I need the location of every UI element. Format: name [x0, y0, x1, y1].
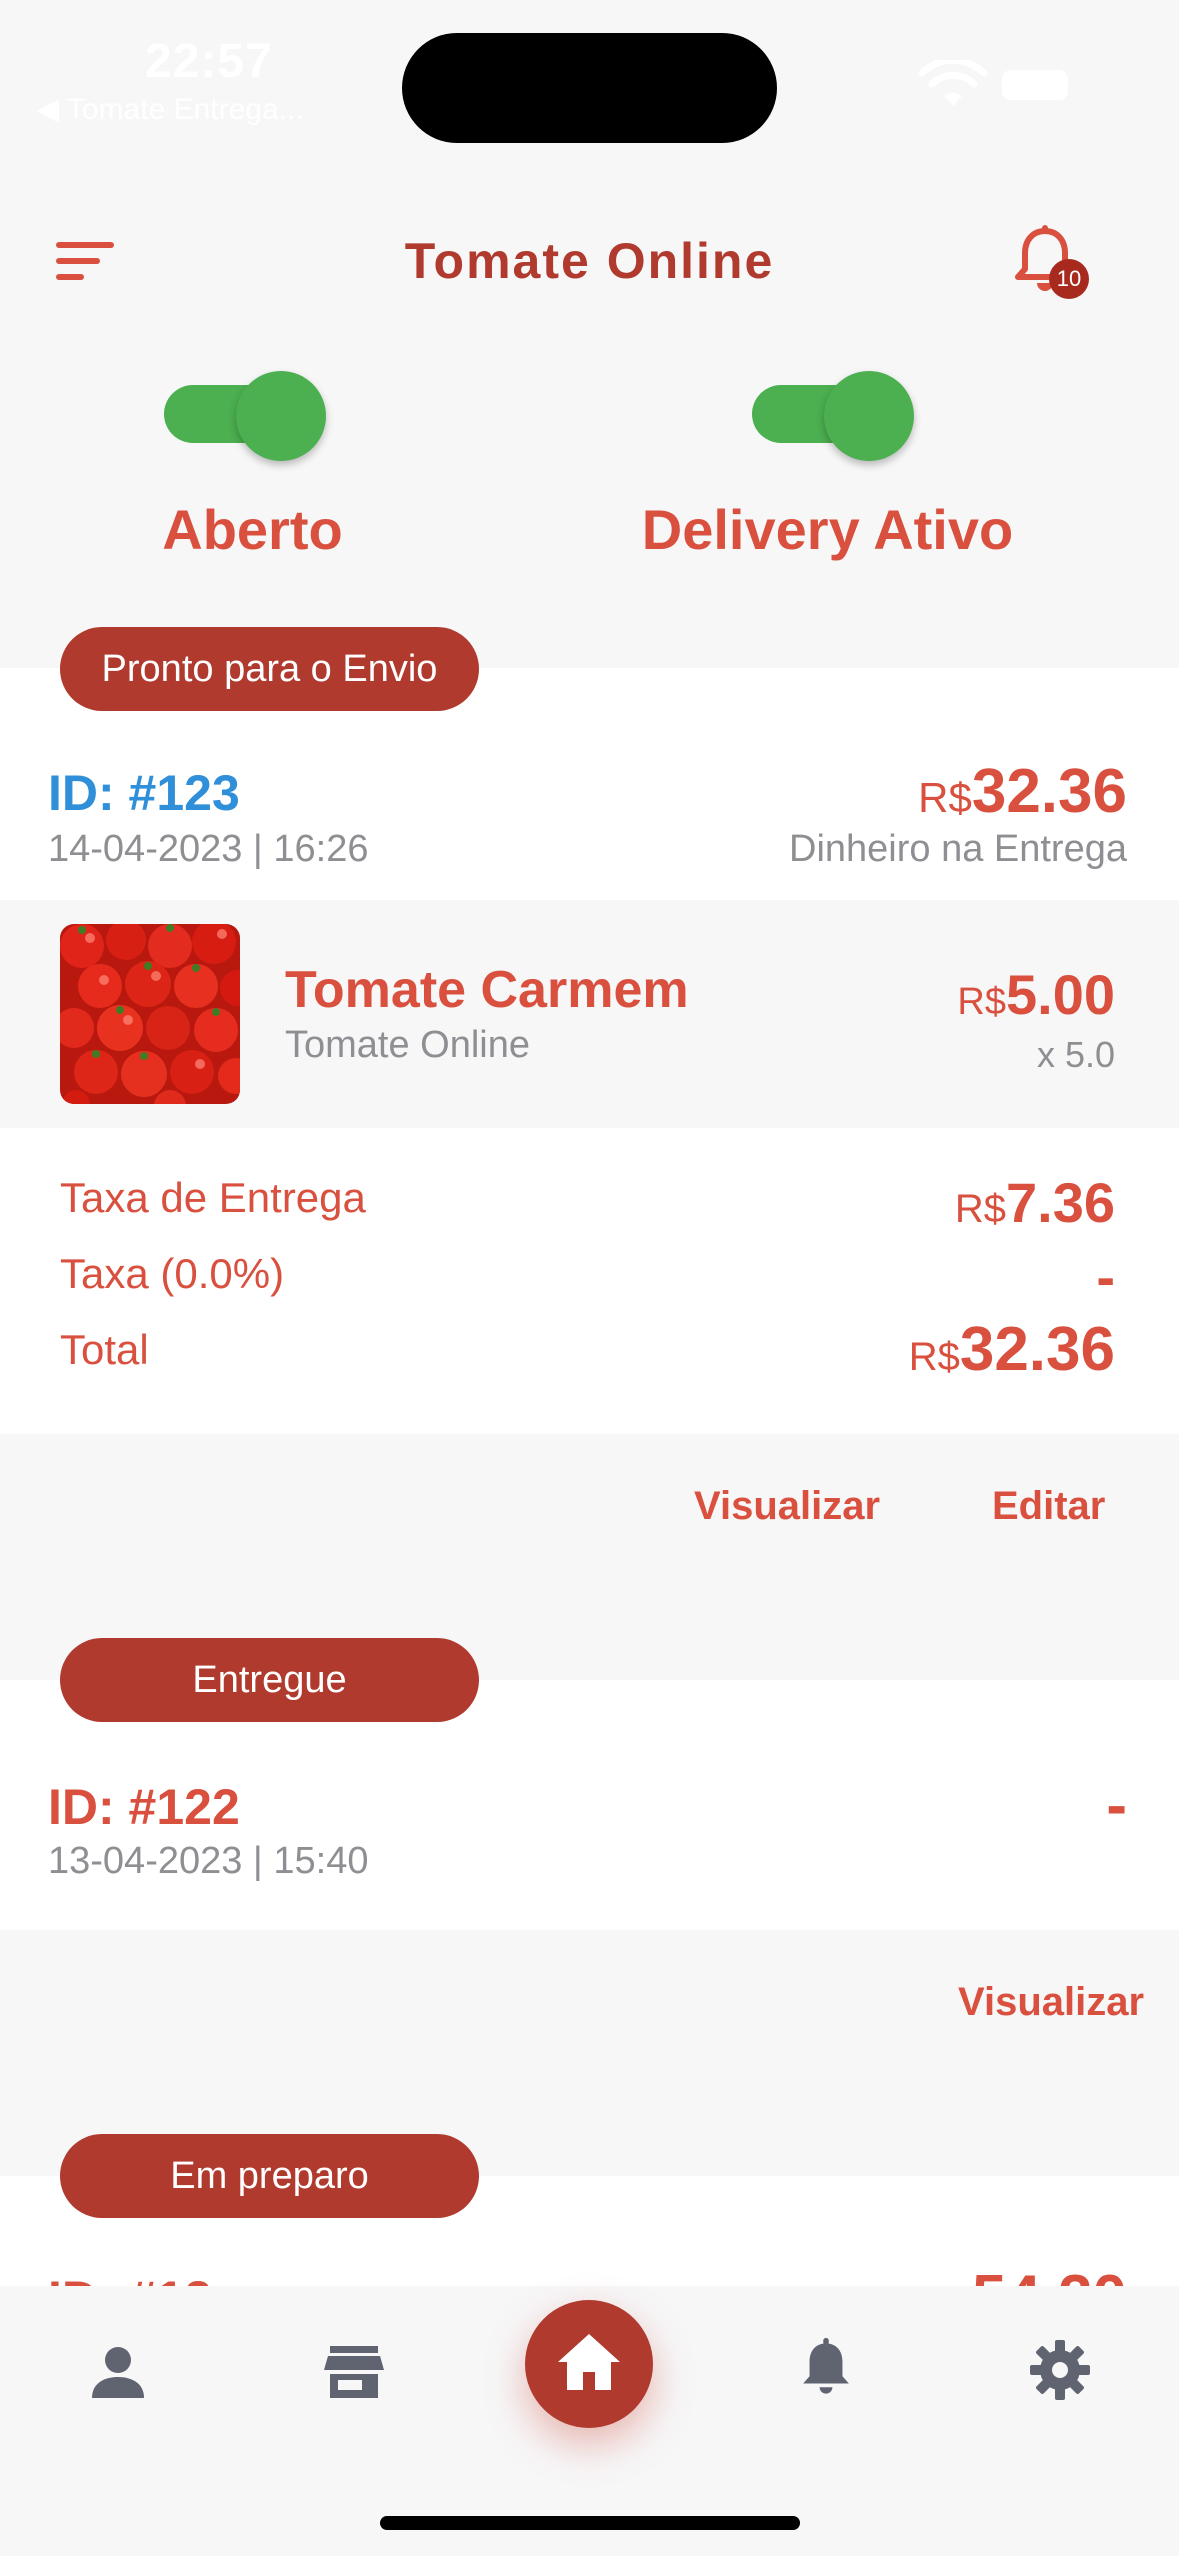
status-badge: Pronto para o Envio [60, 627, 479, 711]
home-icon [558, 2334, 620, 2390]
item-store: Tomate Online [285, 1024, 531, 1066]
home-indicator [380, 2516, 800, 2530]
app-title: Tomate Online [404, 233, 775, 289]
home-button[interactable] [525, 2300, 653, 2428]
delivery-fee: R$7.36 [955, 1170, 1115, 1235]
edit-button[interactable]: Editar [992, 1484, 1105, 1529]
notification-button[interactable]: 10 [1013, 225, 1093, 305]
tax-value: - [1096, 1245, 1115, 1308]
currency-symbol: R$ [957, 981, 1006, 1023]
status-back-link[interactable]: ◀ Tomate Entrega... [36, 92, 304, 127]
settings-icon[interactable] [1028, 2338, 1092, 2402]
summary-total-value: 32.36 [959, 1315, 1115, 1384]
currency-symbol: R$ [918, 774, 972, 821]
wifi-icon [918, 60, 988, 106]
delivery-toggle-label: Delivery Ativo [641, 498, 1014, 561]
view-button[interactable]: Visualizar [694, 1484, 880, 1529]
view-button[interactable]: Visualizar [958, 1980, 1144, 2025]
status-badge: Em preparo [60, 2134, 479, 2218]
currency-symbol: R$ [954, 1187, 1006, 1231]
delivery-fee-label: Taxa de Entrega [60, 1174, 366, 1221]
open-toggle-label: Aberto [162, 498, 343, 561]
currency-symbol: R$ [908, 1335, 960, 1379]
open-toggle[interactable] [164, 357, 326, 461]
tomato-product-image [60, 924, 240, 1104]
store-icon[interactable] [322, 2340, 386, 2404]
tax-label: Taxa (0.0%) [60, 1250, 285, 1297]
payment-method: Dinheiro na Entrega [789, 828, 1127, 870]
summary-total: R$32.36 [909, 1314, 1115, 1385]
battery-icon [1002, 70, 1068, 100]
order-date: 14-04-2023 | 16:26 [48, 828, 369, 870]
item-price-value: 5.00 [1006, 963, 1115, 1026]
item-quantity: x 5.0 [1036, 1034, 1115, 1075]
order-date: 13-04-2023 | 15:40 [48, 1840, 369, 1882]
profile-icon[interactable] [86, 2340, 150, 2404]
order-total: R$32.36 [918, 756, 1127, 827]
order-id: ID: #122 [48, 1779, 240, 1835]
status-time: 22:57 [145, 35, 273, 88]
order-total-value: - [1106, 1771, 1127, 1840]
item-price: R$5.00 [957, 962, 1115, 1027]
item-name: Tomate Carmem [285, 961, 689, 1019]
delivery-toggle[interactable] [752, 357, 914, 461]
bell-icon[interactable] [794, 2336, 858, 2400]
total-label: Total [60, 1326, 149, 1373]
delivery-fee-value: 7.36 [1006, 1171, 1115, 1234]
order-id: ID: #123 [48, 765, 240, 821]
notification-badge: 10 [1049, 259, 1089, 299]
status-badge: Entregue [60, 1638, 479, 1722]
order-total-value: 32.36 [971, 757, 1127, 826]
dynamic-island [402, 33, 777, 143]
